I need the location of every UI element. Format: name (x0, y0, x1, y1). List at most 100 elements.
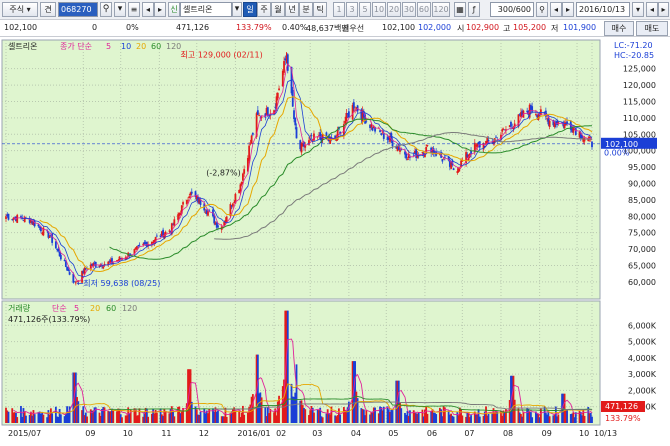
candle-body (278, 88, 280, 91)
history-dropdown-icon[interactable]: ▾ (114, 2, 126, 17)
next-day-icon[interactable]: ▸ (562, 2, 574, 17)
candle-body (534, 114, 537, 115)
minute-10-button[interactable]: 10 (372, 2, 386, 17)
chart-toolbar: 주식 ▾ 견 068270 ⚲ ▾ ≡ ◂ ▸ 신 셀트리온 ▾ 일 주 월 년… (0, 0, 670, 20)
x-tick-label: 12 (199, 429, 209, 438)
x-tick-label: 03 (312, 429, 322, 438)
volume-tag-label: 471,126 (605, 402, 638, 411)
search-count-icon[interactable]: ⚲ (536, 2, 548, 17)
candle-body (63, 260, 66, 262)
candle-body (352, 102, 355, 109)
volume-bar (539, 408, 542, 423)
volume-legend-ma-60: 60 (106, 304, 116, 313)
volume-bar (225, 416, 228, 423)
x-tick-label: 05 (388, 429, 398, 438)
low-annotation: ←최저 59,638 (08/25) (77, 278, 161, 288)
candle-body (572, 127, 575, 133)
candle-body (137, 245, 140, 247)
x-tick-label: 07 (464, 429, 474, 438)
candle-body (293, 110, 295, 119)
candle-body (251, 133, 254, 135)
tab-month[interactable]: 월 (271, 2, 285, 17)
volume-bar (173, 416, 176, 423)
prev-stock-icon[interactable]: ◂ (142, 2, 154, 17)
minute-120-button[interactable]: 120 (432, 2, 450, 17)
open-value: 102,900 (466, 23, 500, 32)
x-tick-label: 09 (85, 429, 95, 438)
volume-bar (199, 411, 202, 423)
minute-30-button[interactable]: 30 (402, 2, 416, 17)
minute-20-button[interactable]: 20 (387, 2, 401, 17)
chart-area[interactable]: 60,000 65,000 70,000 75,000 80,000 85,000 90,0… (0, 37, 670, 446)
x-tick-label: 02 (276, 429, 286, 438)
minute-3-button[interactable]: 3 (346, 2, 358, 17)
lc-label: LC:-71.20 (614, 41, 653, 50)
volume-bar (295, 364, 298, 423)
search-icon[interactable]: ⚲ (100, 2, 112, 17)
tab-year[interactable]: 년 (285, 2, 299, 17)
candle-body (57, 248, 60, 252)
minute-5-button[interactable]: 5 (359, 2, 371, 17)
candle-body (54, 241, 57, 249)
minute-60-button[interactable]: 60 (417, 2, 431, 17)
candle-body (405, 153, 408, 159)
minute-1-button[interactable]: 1 (333, 2, 345, 17)
history-menu-icon[interactable]: ≡ (128, 2, 140, 17)
tab-tick[interactable]: 틱 (313, 2, 327, 17)
volume-tick-label: 4,000K (628, 354, 657, 363)
candle-body (276, 92, 279, 99)
candle-body (295, 127, 298, 139)
x-tick-label: 10 (123, 429, 133, 438)
volume-bar (470, 415, 472, 423)
change-annotation: (-2,87%) (206, 168, 241, 177)
x-tick-label: 06 (427, 429, 437, 438)
volume-bar (513, 399, 516, 423)
search-type-button[interactable]: 견 (40, 2, 56, 17)
volume-bar (112, 409, 115, 423)
volume-bar (147, 416, 150, 423)
volume-tick-label: 6,000K (628, 321, 657, 330)
candle-body (102, 266, 105, 269)
price-volume-chart[interactable]: 60,000 65,000 70,000 75,000 80,000 85,000 90,0… (0, 37, 670, 446)
candle-body (240, 181, 243, 185)
candle-body (365, 120, 368, 122)
volume-bar (391, 409, 394, 423)
prev-day-icon[interactable]: ◂ (550, 2, 562, 17)
candle-body (591, 141, 593, 148)
volume-bar (121, 417, 123, 423)
volume-pct-label: 133.79% (605, 414, 641, 423)
x-tick-label: 08 (503, 429, 513, 438)
tab-week[interactable]: 주 (257, 2, 271, 17)
date-field[interactable]: 2016/10/13 (576, 2, 630, 17)
volume-legend-ma-5: 5 (74, 304, 79, 313)
buy-button[interactable]: 매수 (604, 21, 634, 36)
name-dropdown-icon[interactable]: ▾ (232, 2, 242, 17)
date-next-icon[interactable]: ▸ (658, 2, 669, 17)
data-count-field[interactable]: 300/600 (490, 2, 534, 17)
indicator-icon[interactable]: ƒ (468, 2, 480, 17)
chart-settings-icon[interactable]: ▦ (454, 2, 466, 17)
calendar-icon[interactable]: ▾ (632, 2, 644, 17)
candle-body (232, 203, 234, 207)
volume-bar (103, 407, 106, 423)
stock-name-field[interactable]: 셀트리온 (180, 2, 232, 17)
sell-button[interactable]: 매도 (636, 21, 668, 36)
candle-body (452, 168, 455, 171)
volume-bar (339, 414, 342, 423)
candle-body (142, 244, 145, 245)
price-legend-ma-120: 120 (166, 42, 181, 51)
volume-ratio: 133.79% (236, 23, 272, 32)
stock-code-input[interactable]: 068270 (58, 2, 98, 17)
tab-minute[interactable]: 분 (299, 2, 313, 17)
best-bid-label: 최우선 (342, 24, 365, 33)
candle-body (138, 244, 141, 246)
date-prev-icon[interactable]: ◂ (646, 2, 658, 17)
price-tick-label: 60,000 (628, 278, 656, 287)
volume-bar (487, 413, 490, 423)
price-legend-ma-20: 20 (136, 42, 146, 51)
volume-bar (583, 415, 586, 423)
market-select[interactable]: 주식 ▾ (2, 2, 38, 17)
next-stock-icon[interactable]: ▸ (154, 2, 166, 17)
tab-day[interactable]: 일 (243, 2, 257, 17)
volume-tick-label: 2,000K (628, 386, 657, 395)
